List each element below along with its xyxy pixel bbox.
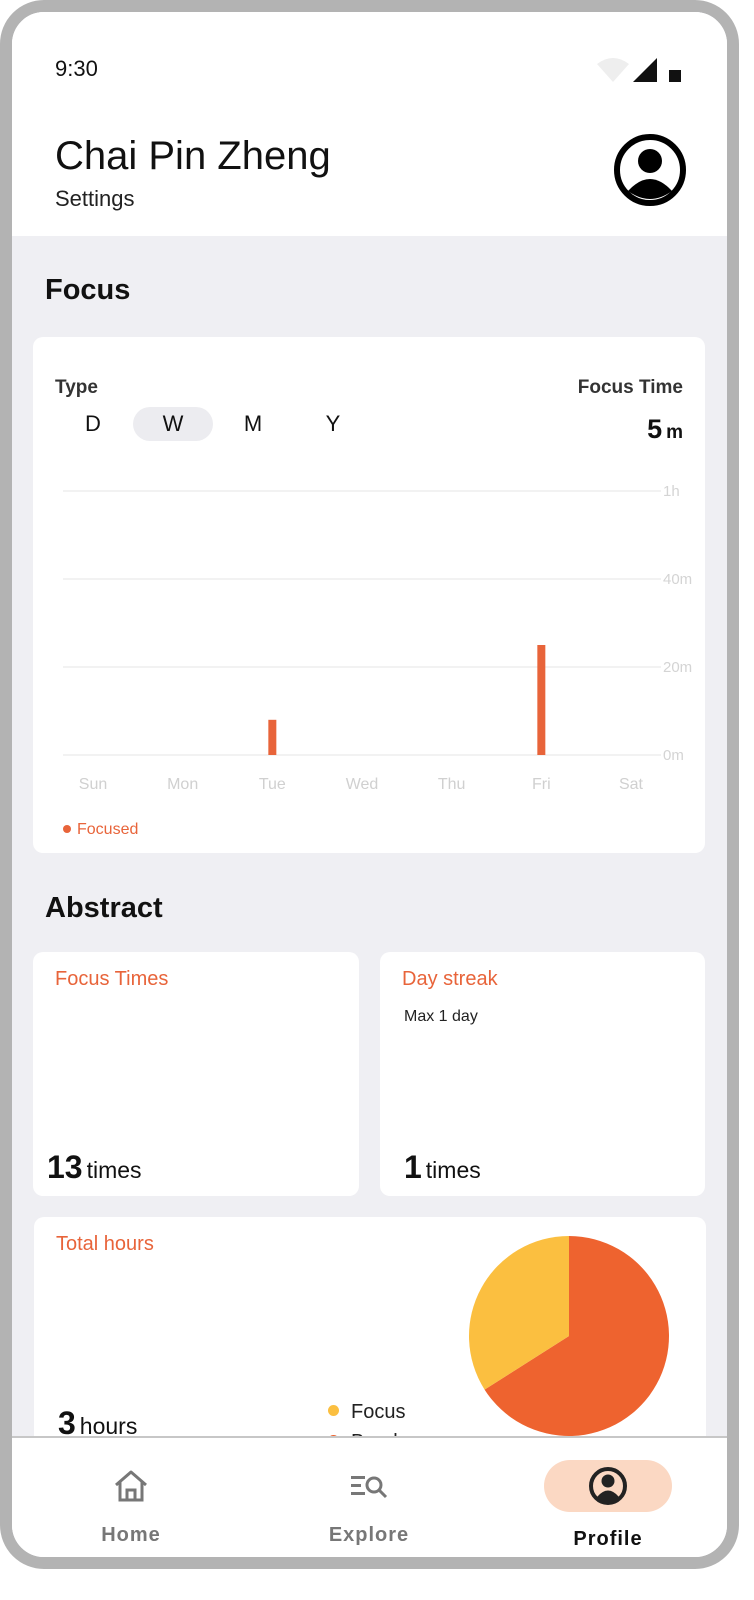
avatar-icon[interactable] <box>613 133 687 207</box>
profile-icon <box>589 1467 627 1505</box>
day-streak-title: Day streak <box>402 968 498 990</box>
user-name: Chai Pin Zheng <box>55 134 331 178</box>
x-tick-label: Tue <box>259 776 286 793</box>
day-streak-card[interactable]: Day streak Max 1 day 1 times <box>380 952 705 1196</box>
chart-legend: Focused <box>63 821 138 839</box>
focus-time-label: Focus Time <box>577 377 683 398</box>
x-tick-label: Sun <box>79 776 107 793</box>
legend-dot <box>63 824 71 833</box>
profile-header: Chai Pin Zheng Settings <box>12 120 727 236</box>
nav-explore[interactable]: Explore <box>250 1438 488 1557</box>
signal-icon <box>633 58 657 82</box>
phone-frame: 9:30 Chai Pin Zheng Settings Focus Type … <box>0 0 739 1569</box>
home-icon <box>115 1470 147 1502</box>
total-hours-pie-chart <box>469 1236 669 1436</box>
status-time: 9:30 <box>55 56 98 81</box>
tab-day[interactable]: D <box>53 407 133 441</box>
tab-week[interactable]: W <box>133 407 213 441</box>
nav-home[interactable]: Home <box>12 1438 250 1557</box>
type-label: Type <box>55 377 98 398</box>
focus-chart-card: Type Focus Time 5m D W M Y 0m 20m 40m 1h Sun… <box>33 337 705 853</box>
focus-times-card[interactable]: Focus Times 13 times <box>33 952 359 1196</box>
y-tick-label: 1h <box>663 483 680 500</box>
y-tick-label: 20m <box>663 659 692 676</box>
nav-explore-label: Explore <box>328 1524 410 1546</box>
focus-times-number: 13 <box>47 1149 83 1185</box>
y-tick-label: 40m <box>663 571 692 588</box>
nav-home-label: Home <box>101 1524 161 1546</box>
chart-bar <box>537 645 546 755</box>
status-bar: 9:30 <box>12 12 727 120</box>
focus-time-unit: m <box>666 422 683 443</box>
nav-profile[interactable]: Profile <box>489 1438 727 1557</box>
y-tick-label: 0m <box>663 747 684 764</box>
chart-bar <box>268 719 277 755</box>
legend-label-focus: Focus <box>351 1401 406 1423</box>
settings-link[interactable]: Settings <box>55 186 135 212</box>
focus-time-number: 5 <box>647 414 663 444</box>
x-tick-label: Sat <box>619 776 644 793</box>
focus-time-value: 5m <box>647 414 683 445</box>
day-streak-unit: times <box>425 1157 481 1183</box>
nav-explore-icon-wrap <box>305 1460 433 1512</box>
x-tick-label: Thu <box>438 776 466 793</box>
x-tick-label: Mon <box>167 776 198 793</box>
legend-label: Focused <box>77 821 139 838</box>
screen: 9:30 Chai Pin Zheng Settings Focus Type … <box>12 12 727 1557</box>
hours-legend-focus: Focus <box>328 1397 405 1427</box>
legend-dot-focus <box>328 1405 339 1417</box>
x-tick-label: Fri <box>532 776 551 793</box>
bottom-nav: Home Explore Profile <box>12 1436 727 1557</box>
day-streak-number: 1 <box>404 1149 422 1185</box>
abstract-section-title: Abstract <box>45 892 163 924</box>
focus-times-value: 13 times <box>47 1149 142 1186</box>
status-icons <box>597 58 681 82</box>
explore-search-icon <box>351 1476 388 1499</box>
focus-times-title: Focus Times <box>55 968 169 990</box>
total-hours-title: Total hours <box>56 1233 154 1255</box>
tab-year[interactable]: Y <box>293 407 373 441</box>
focus-times-unit: times <box>86 1157 142 1183</box>
nav-profile-icon-wrap <box>544 1460 672 1512</box>
wifi-icon <box>597 58 629 82</box>
focus-bar-chart: 0m 20m 40m 1h Sun Mon Tue Wed Thu Fri Sat <box>63 483 692 793</box>
day-streak-max: Max 1 day <box>404 1008 478 1025</box>
day-streak-value: 1 times <box>404 1149 481 1186</box>
nav-profile-label: Profile <box>573 1528 643 1550</box>
nav-home-icon-wrap <box>67 1460 195 1512</box>
focus-section-title: Focus <box>45 274 131 306</box>
x-tick-label: Wed <box>346 776 379 793</box>
battery-icon <box>669 70 681 82</box>
tab-month[interactable]: M <box>213 407 293 441</box>
